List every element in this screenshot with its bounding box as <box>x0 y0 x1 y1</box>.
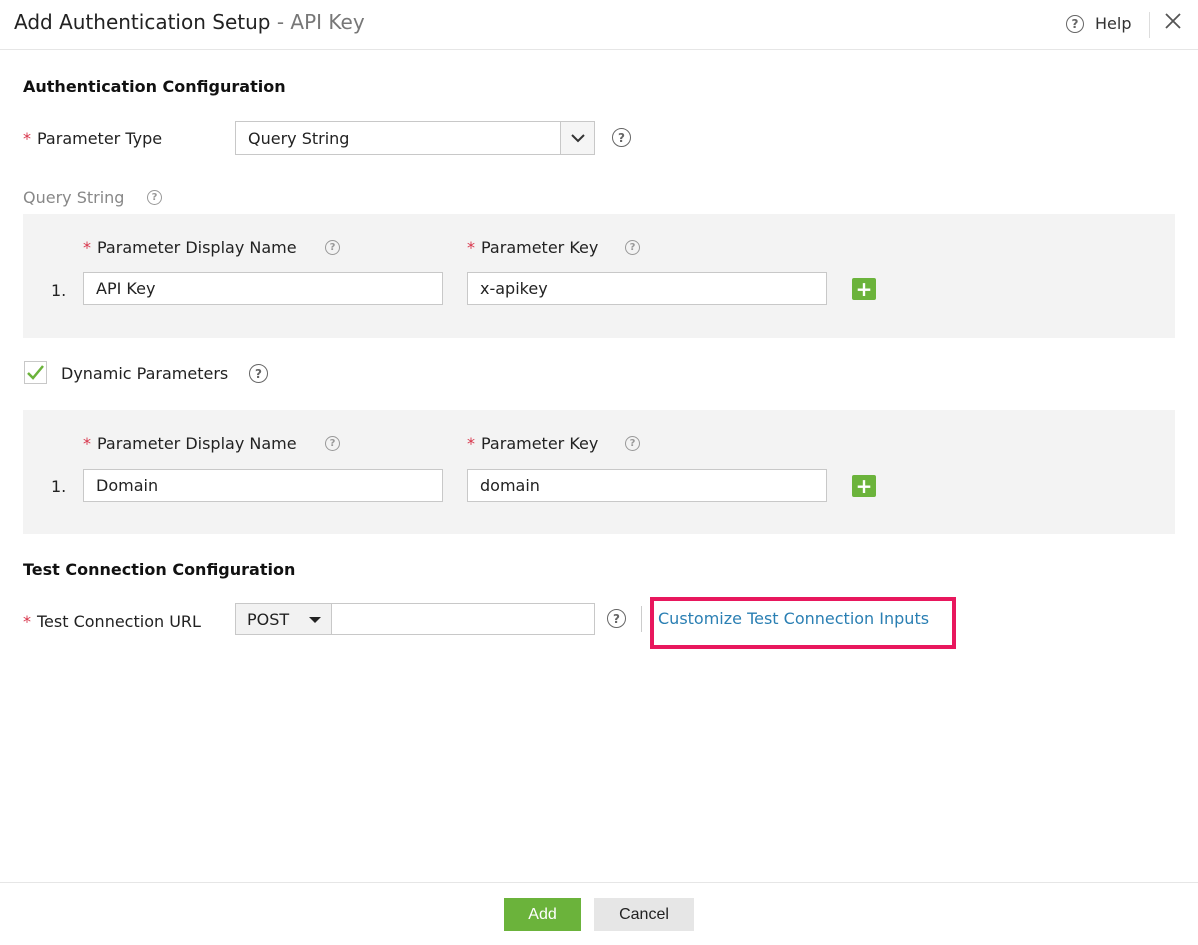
dynamic-parameters-help-icon[interactable]: ? <box>249 364 268 383</box>
question-circle-icon: ? <box>1066 14 1084 33</box>
dynamic-params-panel: * Parameter Display Name ? * Parameter Key… <box>23 410 1175 534</box>
chevron-down-icon[interactable] <box>560 122 594 154</box>
required-marker: * <box>23 129 31 148</box>
close-icon[interactable] <box>1163 12 1183 36</box>
query-key-input[interactable]: x-apikey <box>467 272 827 305</box>
dynamic-key-input[interactable]: domain <box>467 469 827 502</box>
http-method-value: POST <box>247 610 290 629</box>
checkmark-icon <box>27 365 44 380</box>
dialog-title: Add Authentication Setup - API Key <box>14 10 365 34</box>
auth-config-title: Authentication Configuration <box>23 77 286 96</box>
add-query-param-button[interactable]: + <box>852 278 876 300</box>
customize-test-connection-link[interactable]: Customize Test Connection Inputs <box>658 609 929 628</box>
help-button[interactable]: ? Help <box>1066 14 1131 33</box>
test-connection-title: Test Connection Configuration <box>23 560 296 579</box>
test-connection-help-icon[interactable]: ? <box>607 609 626 628</box>
query-display-name-input[interactable]: API Key <box>83 272 443 305</box>
parameter-key-help-icon[interactable]: ? <box>625 436 640 451</box>
add-dynamic-param-button[interactable]: + <box>852 475 876 497</box>
display-name-help-icon[interactable]: ? <box>325 436 340 451</box>
row-number: 1. <box>51 477 67 496</box>
dialog-subtitle: API Key <box>290 10 365 34</box>
parameter-type-label: * Parameter Type <box>23 129 163 148</box>
add-button[interactable]: Add <box>504 898 581 931</box>
row-number: 1. <box>51 281 67 300</box>
parameter-key-help-icon[interactable]: ? <box>625 240 640 255</box>
help-label: Help <box>1095 14 1132 33</box>
query-string-help-icon[interactable]: ? <box>147 190 162 205</box>
parameter-type-help-icon[interactable]: ? <box>612 128 631 147</box>
dialog-title-separator: - <box>270 10 291 34</box>
dialog-header: Add Authentication Setup - API Key ? Hel… <box>0 0 1198 50</box>
caret-down-icon <box>309 617 321 623</box>
dynamic-parameters-checkbox[interactable] <box>24 361 47 384</box>
parameter-type-value: Query String <box>248 129 350 148</box>
query-string-label: Query String <box>23 188 125 207</box>
query-params-panel: * Parameter Display Name ? * Parameter Key… <box>23 214 1175 338</box>
display-name-help-icon[interactable]: ? <box>325 240 340 255</box>
dynamic-parameters-label: Dynamic Parameters <box>61 364 229 383</box>
dynamic-key-header: * Parameter Key <box>467 434 599 453</box>
vertical-divider <box>641 606 642 632</box>
dynamic-display-name-header: * Parameter Display Name <box>83 434 297 453</box>
test-connection-url-input[interactable] <box>331 603 595 635</box>
test-connection-url-label: * Test Connection URL <box>23 612 201 631</box>
cancel-button[interactable]: Cancel <box>594 898 694 931</box>
query-display-name-header: * Parameter Display Name <box>83 238 297 257</box>
query-key-header: * Parameter Key <box>467 238 599 257</box>
http-method-select[interactable]: POST <box>235 603 332 635</box>
header-divider <box>1149 12 1150 38</box>
dynamic-display-name-input[interactable]: Domain <box>83 469 443 502</box>
parameter-type-select[interactable]: Query String <box>235 121 595 155</box>
dialog-title-main: Add Authentication Setup <box>14 10 271 34</box>
